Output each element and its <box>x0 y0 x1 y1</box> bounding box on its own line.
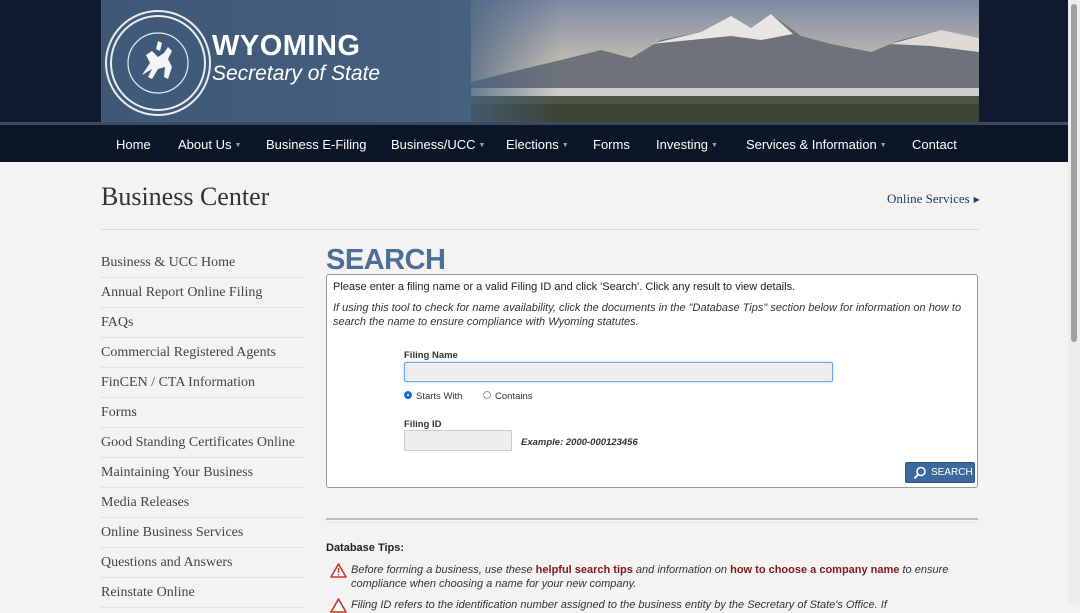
nav-label: About Us <box>178 137 232 152</box>
sidebar-item-forms[interactable]: Forms <box>101 398 304 428</box>
filing-id-label: Filing ID <box>404 419 442 430</box>
scrollbar-thumb[interactable] <box>1071 4 1077 342</box>
nav-business-ucc[interactable]: Business/UCC ▼ <box>391 137 485 152</box>
divider <box>326 522 978 523</box>
search-button-label: SEARCH <box>931 467 973 478</box>
nav-label: Contact <box>912 137 957 152</box>
sidebar-item-online-services[interactable]: Online Business Services <box>101 518 304 548</box>
filing-id-input[interactable] <box>404 430 512 451</box>
nav-investing[interactable]: Investing ▼ <box>656 137 718 152</box>
chevron-down-icon: ▼ <box>561 142 569 149</box>
tip-text: and information on <box>632 564 731 576</box>
sidebar-item-reinstate[interactable]: Reinstate Online <box>101 578 304 608</box>
search-instruction: Please enter a filing name or a valid Fi… <box>333 281 796 293</box>
tip-name-search: Before forming a business, use these hel… <box>351 563 951 591</box>
chevron-down-icon: ▼ <box>234 142 242 149</box>
bucking-horse-icon <box>127 32 189 94</box>
nav-label: Services & Information <box>746 137 877 152</box>
caret-right-icon: ▶ <box>973 195 980 204</box>
search-panel: Please enter a filing name or a valid Fi… <box>326 274 978 488</box>
online-services-link[interactable]: Online Services ▶ <box>887 191 980 207</box>
nav-about-us[interactable]: About Us ▼ <box>178 137 241 152</box>
contains-radio[interactable] <box>483 391 491 399</box>
helpful-search-tips-link[interactable]: helpful search tips <box>536 564 633 576</box>
starts-with-radio[interactable] <box>404 391 412 399</box>
search-icon <box>913 466 926 480</box>
state-seal-logo[interactable] <box>110 15 206 111</box>
nav-elections[interactable]: Elections ▼ <box>506 137 569 152</box>
sidebar-item-questions[interactable]: Questions and Answers <box>101 548 304 578</box>
search-button[interactable]: SEARCH <box>905 462 975 483</box>
chevron-down-icon: ▼ <box>879 142 887 149</box>
nav-label: Elections <box>506 137 559 152</box>
sidebar-item-registered-agents[interactable]: Commercial Registered Agents <box>101 338 304 368</box>
divider <box>101 229 979 230</box>
contains-label[interactable]: Contains <box>495 391 533 402</box>
nav-services-information[interactable]: Services & Information ▼ <box>746 137 887 152</box>
brand-title[interactable]: WYOMING <box>212 30 361 63</box>
filing-id-example: Example: 2000-000123456 <box>521 437 638 448</box>
sidebar-item-annual-report[interactable]: Annual Report Online Filing <box>101 278 304 308</box>
nav-label: Forms <box>593 137 630 152</box>
search-heading: SEARCH <box>326 244 446 276</box>
brand-subtitle[interactable]: Secretary of State <box>212 62 380 86</box>
filing-name-label: Filing Name <box>404 350 458 361</box>
nav-label: Business E-Filing <box>266 137 367 152</box>
tip-filing-id: Filing ID refers to the identification n… <box>351 599 887 611</box>
nav-business-e-filing[interactable]: Business E-Filing <box>266 137 366 152</box>
sidebar-item-faqs[interactable]: FAQs <box>101 308 304 338</box>
main-navigation: Home About Us ▼ Business E-Filing Busines… <box>0 122 1080 162</box>
nav-label: Home <box>116 137 151 152</box>
online-services-label: Online Services <box>887 191 970 206</box>
sidebar-item-maintaining[interactable]: Maintaining Your Business <box>101 458 304 488</box>
page-title: Business Center <box>101 182 270 211</box>
warning-icon <box>330 598 347 613</box>
filing-name-input[interactable] <box>404 362 833 382</box>
sidebar: Business & UCC Home Annual Report Online… <box>101 248 304 608</box>
starts-with-label[interactable]: Starts With <box>416 391 462 402</box>
warning-icon <box>330 563 347 578</box>
sidebar-item-media-releases[interactable]: Media Releases <box>101 488 304 518</box>
tip-text: Before forming a business, use these <box>351 564 536 576</box>
banner-fade <box>441 0 561 122</box>
nav-home[interactable]: Home <box>116 137 151 152</box>
choose-company-name-link[interactable]: how to choose a company name <box>730 564 899 576</box>
divider <box>326 518 978 520</box>
nav-forms[interactable]: Forms <box>593 137 630 152</box>
nav-label: Investing <box>656 137 709 152</box>
chevron-down-icon: ▼ <box>478 142 486 149</box>
search-note: If using this tool to check for name ava… <box>333 302 962 328</box>
sidebar-item-business-ucc-home[interactable]: Business & UCC Home <box>101 248 304 278</box>
nav-contact[interactable]: Contact <box>912 137 957 152</box>
sidebar-item-fincen-cta[interactable]: FinCEN / CTA Information <box>101 368 304 398</box>
sidebar-item-good-standing[interactable]: Good Standing Certificates Online <box>101 428 304 458</box>
database-tips-heading: Database Tips: <box>326 542 405 554</box>
nav-label: Business/UCC <box>391 137 476 152</box>
chevron-down-icon: ▼ <box>711 142 718 149</box>
